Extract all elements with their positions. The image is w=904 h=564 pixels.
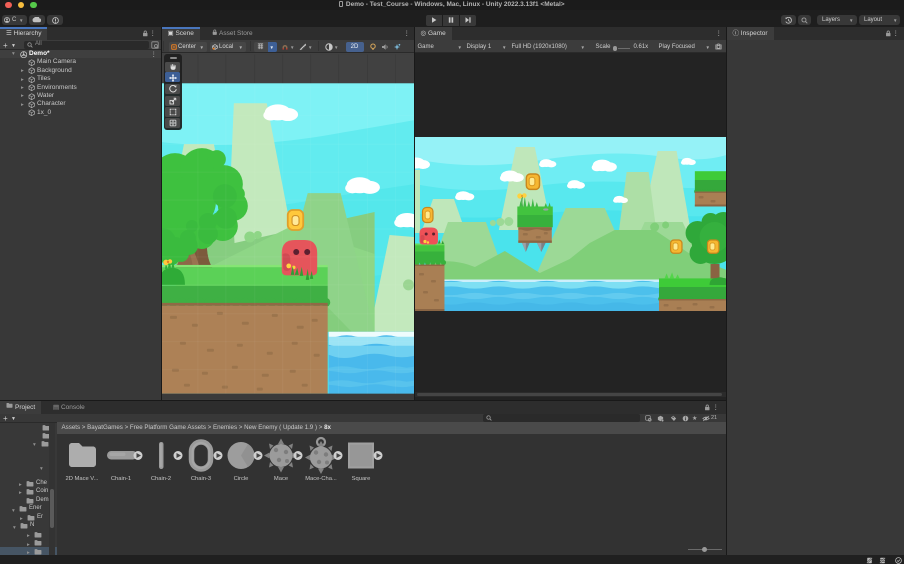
svg-text:Chain-3: Chain-3 bbox=[191, 476, 211, 482]
svg-text:Mace: Mace bbox=[274, 476, 288, 482]
svg-text:2D Mace V...: 2D Mace V... bbox=[66, 476, 99, 482]
svg-text:Mace-Cha...: Mace-Cha... bbox=[305, 476, 337, 482]
svg-text:Square: Square bbox=[352, 476, 371, 482]
svg-text:Circle: Circle bbox=[234, 476, 249, 482]
svg-text:Chain-1: Chain-1 bbox=[111, 476, 131, 482]
svg-text:Chain-2: Chain-2 bbox=[151, 476, 171, 482]
